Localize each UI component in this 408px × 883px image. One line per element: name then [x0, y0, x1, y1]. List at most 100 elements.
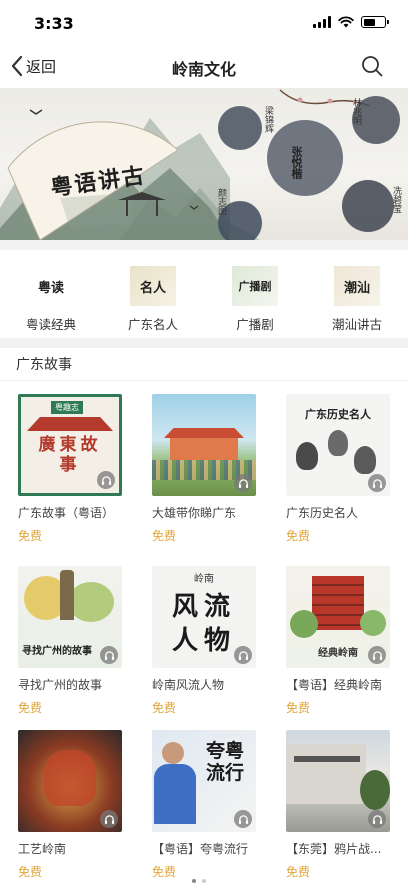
cover-tree [68, 582, 114, 622]
portrait [328, 430, 348, 456]
item-price: 免费 [286, 529, 311, 543]
banner-name: 颜志图 [216, 188, 226, 215]
banner-name: 梁锦辉 [263, 106, 273, 133]
cover-text: 广东历史名人 [305, 408, 371, 421]
item-title: 【粤语】经典岭南 [286, 678, 383, 692]
headphones-icon [100, 810, 118, 828]
headphones-icon [368, 474, 386, 492]
banner-name: 林兆明 [351, 98, 361, 125]
headphones-icon [234, 474, 252, 492]
item-title: 【粤语】夸粤流行 [152, 842, 249, 856]
list-item[interactable]: 岭南 风流人物 岭南风流人物 免费 [152, 566, 256, 716]
cover-building [294, 756, 360, 762]
status-bar: 3:33 [0, 0, 408, 44]
list-item[interactable]: 【东莞】鸦片战... 免费 [286, 730, 390, 880]
cover-figure [44, 750, 96, 806]
item-title: 岭南风流人物 [152, 678, 225, 692]
category-item[interactable]: 广播剧 广播剧 [204, 258, 306, 338]
divider [0, 338, 408, 348]
cover-statue [60, 570, 74, 620]
cover-image: 粤趣志 廣東故事 [18, 394, 122, 496]
scroll-indicator [188, 879, 220, 883]
cover-building [170, 438, 238, 460]
cover-image [152, 394, 256, 496]
battery-icon [361, 16, 389, 28]
cover-building [164, 428, 244, 438]
category-label: 粤读经典 [25, 317, 76, 332]
wifi-icon [338, 16, 354, 28]
cover-image: 岭南 风流人物 [152, 566, 256, 668]
item-title: 广东历史名人 [286, 506, 359, 520]
cover-building [286, 744, 366, 804]
cover-tag: 粤趣志 [51, 401, 83, 414]
cover-text: 寻找广州的故事 [22, 646, 92, 657]
section-title: 广东故事 [16, 357, 72, 373]
item-price: 免费 [286, 701, 311, 715]
banner-artwork [0, 89, 400, 240]
cover-image: 广东历史名人 [286, 394, 390, 496]
signal-icon [313, 16, 331, 28]
item-title: 【东莞】鸦片战... [286, 842, 382, 856]
cover-text: 夸粤流行 [205, 740, 244, 784]
calligraphy-icon: 潮汕 [334, 266, 380, 306]
headphones-icon [368, 646, 386, 664]
item-price: 免费 [18, 529, 43, 543]
cover-text: 廣東故事 [38, 435, 102, 475]
cover-image: 寻找广州的故事 [18, 566, 122, 668]
item-title: 大雄带你睇广东 [152, 506, 237, 520]
list-item[interactable]: 经典岭南 【粤语】经典岭南 免费 [286, 566, 390, 716]
headphones-icon [234, 810, 252, 828]
item-title: 工艺岭南 [18, 842, 67, 856]
headphones-icon [97, 471, 115, 489]
cover-person [154, 764, 196, 824]
status-time: 3:33 [34, 14, 74, 33]
section-underline [0, 380, 408, 381]
item-price: 免费 [152, 701, 177, 715]
category-item[interactable]: 潮汕 潮汕讲古 [306, 258, 408, 338]
list-item[interactable]: 夸粤流行 【粤语】夸粤流行 免费 [152, 730, 256, 880]
cover-image [18, 730, 122, 832]
item-price: 免费 [152, 529, 177, 543]
divider [0, 240, 408, 250]
list-item[interactable]: 大雄带你睇广东 免费 [152, 394, 256, 544]
cover-tree [360, 770, 390, 810]
cover-person [162, 742, 184, 764]
banner-name: 冼碧莹 [391, 186, 401, 213]
headphones-icon [368, 810, 386, 828]
cover-image: 夸粤流行 [152, 730, 256, 832]
cover-image: 经典岭南 [286, 566, 390, 668]
nav-bar: 返回 岭南文化 [0, 44, 408, 88]
item-price: 免费 [18, 701, 43, 715]
category-item[interactable]: 名人 广东名人 [102, 258, 204, 338]
calligraphy-icon: 广播剧 [232, 266, 278, 306]
banner[interactable]: 粤语讲古 梁锦辉 张悦楷 林兆明 颜志图 冼碧莹 [0, 88, 408, 240]
list-item[interactable]: 寻找广州的故事 寻找广州的故事 免费 [18, 566, 122, 716]
list-item[interactable]: 工艺岭南 免费 [18, 730, 122, 880]
cover-image [286, 730, 390, 832]
item-title: 寻找广州的故事 [18, 678, 103, 692]
cover-tower [312, 576, 364, 630]
category-label: 潮汕讲古 [331, 317, 382, 332]
cover-tree [360, 610, 386, 636]
calligraphy-icon: 名人 [130, 266, 176, 306]
headphones-icon [100, 646, 118, 664]
item-price: 免费 [18, 865, 43, 879]
item-price: 免费 [286, 865, 311, 879]
portrait [354, 446, 376, 474]
category-item[interactable]: 粤读 粤读经典 [0, 258, 102, 338]
calligraphy-icon: 粤读 [28, 266, 74, 306]
list-item[interactable]: 粤趣志 廣東故事 广东故事（粤语） 免费 [18, 394, 122, 544]
category-label: 广播剧 [236, 317, 274, 332]
category-label: 广东名人 [127, 317, 178, 332]
cover-tree [290, 610, 318, 638]
item-title: 广东故事（粤语） [18, 506, 115, 520]
category-icon-text: 广播剧 [238, 280, 272, 293]
cover-roof [27, 417, 113, 431]
search-icon[interactable] [360, 54, 384, 78]
category-icon-text: 粤读 [37, 280, 64, 296]
item-price: 免费 [152, 865, 177, 879]
list-item[interactable]: 广东历史名人 广东历史名人 免费 [286, 394, 390, 544]
cover-text: 风流人物 [171, 592, 236, 656]
portrait [296, 442, 318, 470]
category-icon-text: 潮汕 [343, 280, 370, 296]
